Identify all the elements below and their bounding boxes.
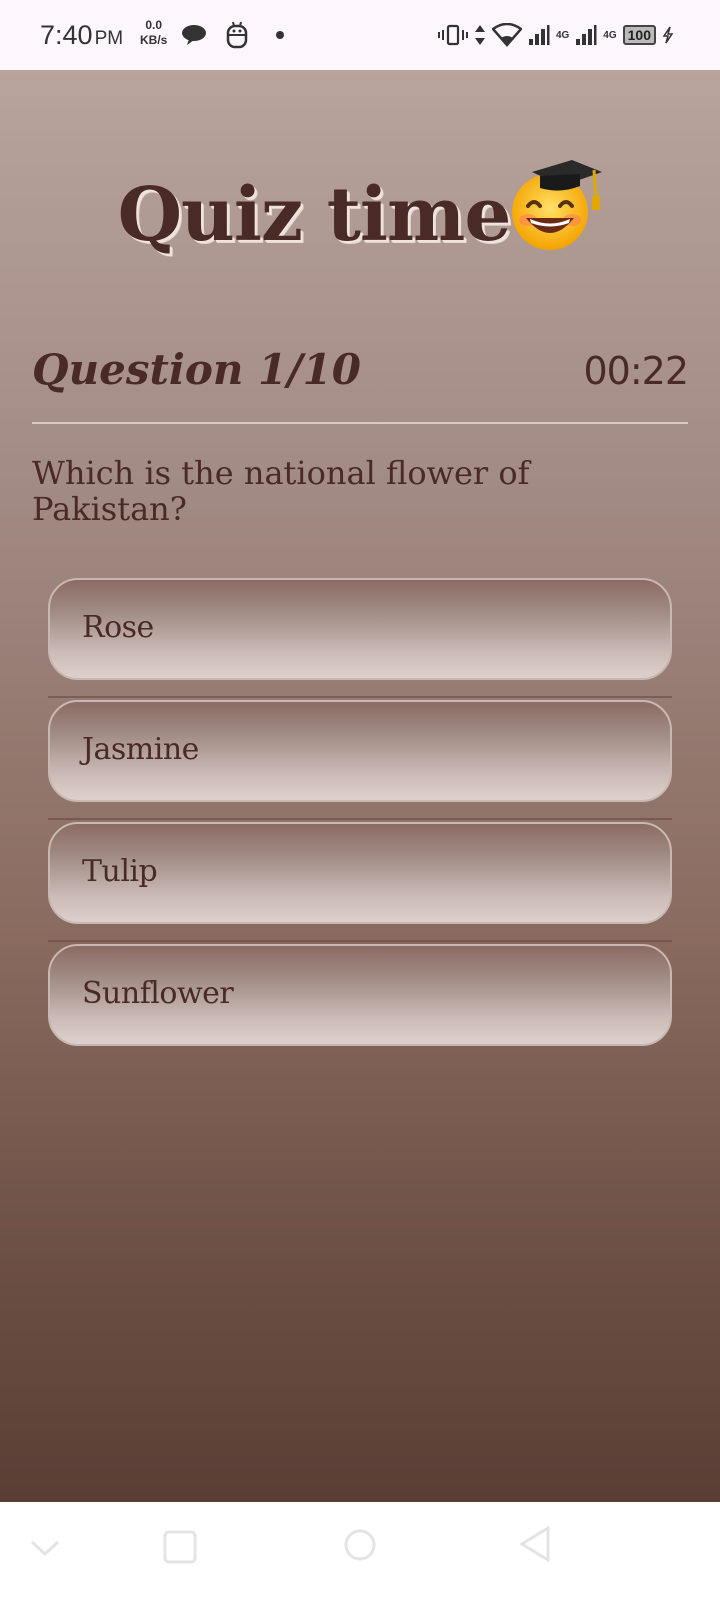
answer-option-label: Rose bbox=[82, 610, 154, 645]
home-icon[interactable] bbox=[343, 1528, 377, 1562]
page-title-text: Quiz time bbox=[117, 172, 512, 258]
question-header: Question 1/10 00:22 bbox=[32, 345, 689, 405]
navigation-bar bbox=[0, 1502, 720, 1600]
divider bbox=[32, 422, 688, 424]
answer-options: Rose Jasmine Tulip Sunflower bbox=[48, 578, 672, 1046]
status-bar: 7:40 PM 0.0 KB/s 4G 4G 100 bbox=[0, 0, 720, 70]
network-speed-unit: KB/s bbox=[140, 33, 168, 47]
notification-dot-icon bbox=[276, 31, 284, 39]
status-time-ampm: PM bbox=[94, 28, 124, 49]
network-type-label: 4G bbox=[555, 29, 570, 41]
divider bbox=[48, 940, 672, 942]
answer-option-tulip[interactable]: Tulip bbox=[48, 822, 672, 924]
quiz-screen: Quiz time Question 1/10 00:22 Which is t… bbox=[0, 70, 720, 1502]
battery-icon: 100 bbox=[622, 25, 656, 45]
signal-icon bbox=[528, 25, 550, 45]
network-type-label: 4G bbox=[603, 29, 617, 41]
page-title: Quiz time bbox=[0, 150, 720, 258]
question-text: Which is the national flower of Pakistan… bbox=[32, 454, 530, 528]
vibrate-icon bbox=[437, 24, 468, 46]
network-speed: 0.0 KB/s bbox=[140, 18, 167, 48]
answer-option-label: Jasmine bbox=[82, 732, 199, 767]
answer-option-sunflower[interactable]: Sunflower bbox=[48, 944, 672, 1046]
status-time: 7:40 PM bbox=[40, 20, 123, 51]
charging-icon bbox=[662, 26, 674, 44]
back-icon[interactable] bbox=[30, 1538, 60, 1558]
triangle-back-icon[interactable] bbox=[518, 1526, 552, 1562]
answer-option-jasmine[interactable]: Jasmine bbox=[48, 700, 672, 802]
robot-icon bbox=[226, 21, 248, 49]
graduate-smiley-emoji-icon bbox=[506, 150, 603, 250]
answer-option-label: Sunflower bbox=[82, 976, 234, 1011]
signal-icon bbox=[576, 25, 597, 45]
data-arrows-icon bbox=[474, 25, 485, 45]
wifi-icon bbox=[491, 23, 522, 47]
divider bbox=[48, 696, 672, 698]
countdown-timer: 00:22 bbox=[583, 349, 689, 393]
network-speed-value: 0.0 bbox=[145, 18, 163, 32]
status-time-value: 7:40 bbox=[40, 20, 93, 50]
recents-icon[interactable] bbox=[163, 1530, 197, 1564]
answer-option-label: Tulip bbox=[82, 854, 158, 889]
divider bbox=[48, 818, 672, 820]
status-right-cluster: 4G 4G 100 bbox=[437, 22, 674, 48]
chat-icon bbox=[182, 25, 206, 45]
answer-option-rose[interactable]: Rose bbox=[48, 578, 672, 680]
question-counter: Question 1/10 bbox=[32, 345, 362, 394]
